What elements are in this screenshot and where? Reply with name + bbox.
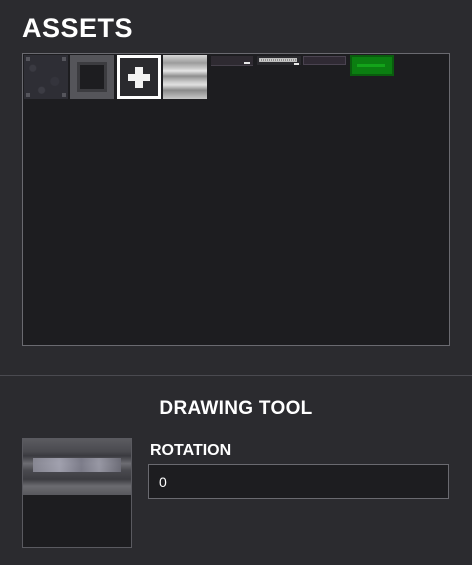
assets-panel [22,53,450,346]
drawing-tool-title: DRAWING TOOL [159,398,313,419]
green-block-icon[interactable] [350,55,394,76]
frame-texture-icon[interactable] [70,55,114,99]
dark-slim-bar-icon[interactable] [211,56,253,66]
rotation-input[interactable] [148,464,449,499]
medkit-plus-icon[interactable] [117,55,161,99]
editor-sidebar: ASSETS DRAWING TOOL ROTATION 0 [0,0,472,565]
drawing-tool-preview [22,438,132,548]
ruler-bar-icon[interactable] [257,56,301,65]
section-divider [0,375,472,376]
rotation-label: ROTATION [150,442,232,459]
assets-title: ASSETS [22,13,134,43]
metal-stripes-texture-icon[interactable] [163,55,207,99]
dark-stone-texture-icon[interactable] [24,55,68,99]
plain-slim-bar-icon[interactable] [303,56,346,65]
